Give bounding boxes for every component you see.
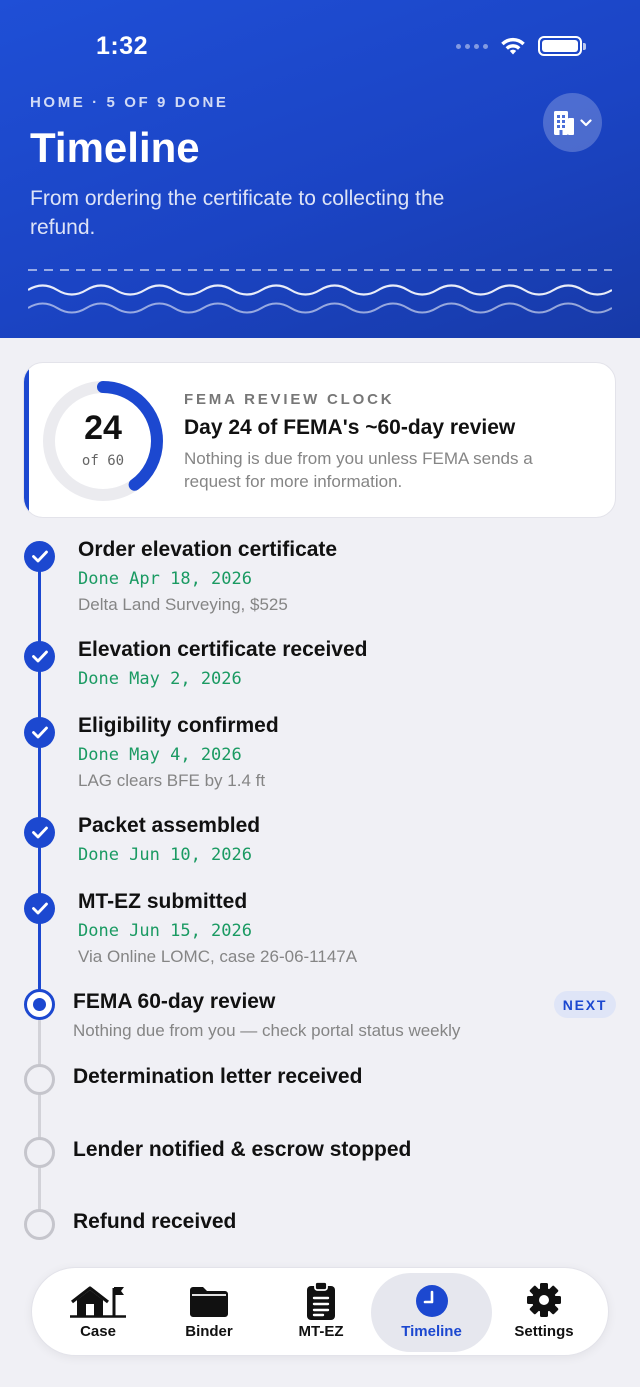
review-day-total: of 60	[81, 453, 125, 469]
clock-icon	[415, 1285, 448, 1317]
wave-decoration	[28, 269, 612, 314]
step-title: MT-EZ submitted	[78, 890, 248, 913]
step-title: FEMA 60-day review	[73, 990, 276, 1013]
header: 1:32 HOME · 5 OF 9 DONE Timeline From or…	[0, 0, 640, 338]
review-clock-card[interactable]: 24 of 60 FEMA REVIEW CLOCK Day 24 of FEM…	[23, 362, 616, 518]
pending-circle-icon	[24, 1137, 55, 1168]
tab-timeline[interactable]: Timeline	[371, 1273, 492, 1352]
step-note: Nothing due from you — check portal stat…	[73, 1021, 461, 1040]
building-icon	[554, 110, 574, 135]
page-title: Timeline	[30, 124, 200, 171]
step-note: Delta Land Surveying, $525	[78, 595, 288, 614]
step-date: Done Jun 10, 2026	[78, 845, 252, 865]
step-note: LAG clears BFE by 1.4 ft	[78, 771, 266, 790]
step-note: Via Online LOMC, case 26-06-1147A	[78, 947, 358, 966]
page-subtitle: From ordering the certificate to collect…	[30, 187, 445, 239]
step-date: Done May 4, 2026	[78, 745, 242, 765]
tab-case[interactable]: Case	[42, 1268, 154, 1357]
status-icons	[456, 36, 586, 56]
tab-case-label: Case	[80, 1323, 116, 1340]
battery-icon	[538, 36, 586, 56]
wifi-icon	[501, 37, 525, 55]
current-step-icon	[24, 989, 55, 1020]
tab-mt-ez[interactable]: MT-EZ	[265, 1268, 377, 1357]
step-title: Determination letter received	[73, 1065, 363, 1088]
step-date: Done Jun 15, 2026	[78, 921, 252, 941]
tab-timeline-label: Timeline	[401, 1323, 462, 1340]
clipboard-icon	[307, 1281, 335, 1320]
review-clock-eyebrow: FEMA REVIEW CLOCK	[184, 391, 395, 408]
step-title: Eligibility confirmed	[78, 714, 279, 737]
step-title: Refund received	[73, 1210, 237, 1233]
step-title: Lender notified & escrow stopped	[73, 1138, 412, 1161]
tab-binder[interactable]: Binder	[153, 1268, 265, 1357]
status-time: 1:32	[96, 32, 149, 60]
timeline-rail-pending	[38, 1004, 41, 1224]
step-title: Packet assembled	[78, 814, 261, 837]
check-circle-icon	[24, 641, 55, 672]
tab-settings-label: Settings	[514, 1323, 574, 1340]
folder-icon	[190, 1287, 228, 1317]
timeline-rail-done	[38, 556, 41, 1004]
review-day-number: 24	[84, 409, 122, 447]
step-date: Done May 2, 2026	[78, 669, 242, 689]
review-clock-description: Nothing is due from you unless FEMA send…	[184, 449, 533, 491]
tab-binder-label: Binder	[185, 1323, 233, 1340]
tab-bar: Case Binder MT-EZ Timeline Settings	[31, 1267, 609, 1356]
next-badge: NEXT	[554, 991, 616, 1018]
step-date: Done Apr 18, 2026	[78, 569, 252, 589]
property-switcher-button[interactable]	[543, 93, 602, 152]
pending-circle-icon	[24, 1209, 55, 1240]
gear-icon	[527, 1283, 561, 1317]
tab-mt-ez-label: MT-EZ	[298, 1323, 344, 1340]
step-title: Elevation certificate received	[78, 638, 368, 661]
chevron-down-icon	[580, 118, 592, 126]
pending-circle-icon	[24, 1064, 55, 1095]
tab-settings[interactable]: Settings	[488, 1268, 600, 1357]
check-circle-icon	[24, 893, 55, 924]
check-circle-icon	[24, 717, 55, 748]
review-clock-title: Day 24 of FEMA's ~60-day review	[184, 416, 516, 439]
house-flag-icon	[70, 1286, 126, 1318]
check-circle-icon	[24, 817, 55, 848]
step-title: Order elevation certificate	[78, 538, 338, 561]
check-circle-icon	[24, 541, 55, 572]
breadcrumb: HOME · 5 OF 9 DONE	[30, 94, 229, 111]
signal-icon	[456, 43, 488, 49]
